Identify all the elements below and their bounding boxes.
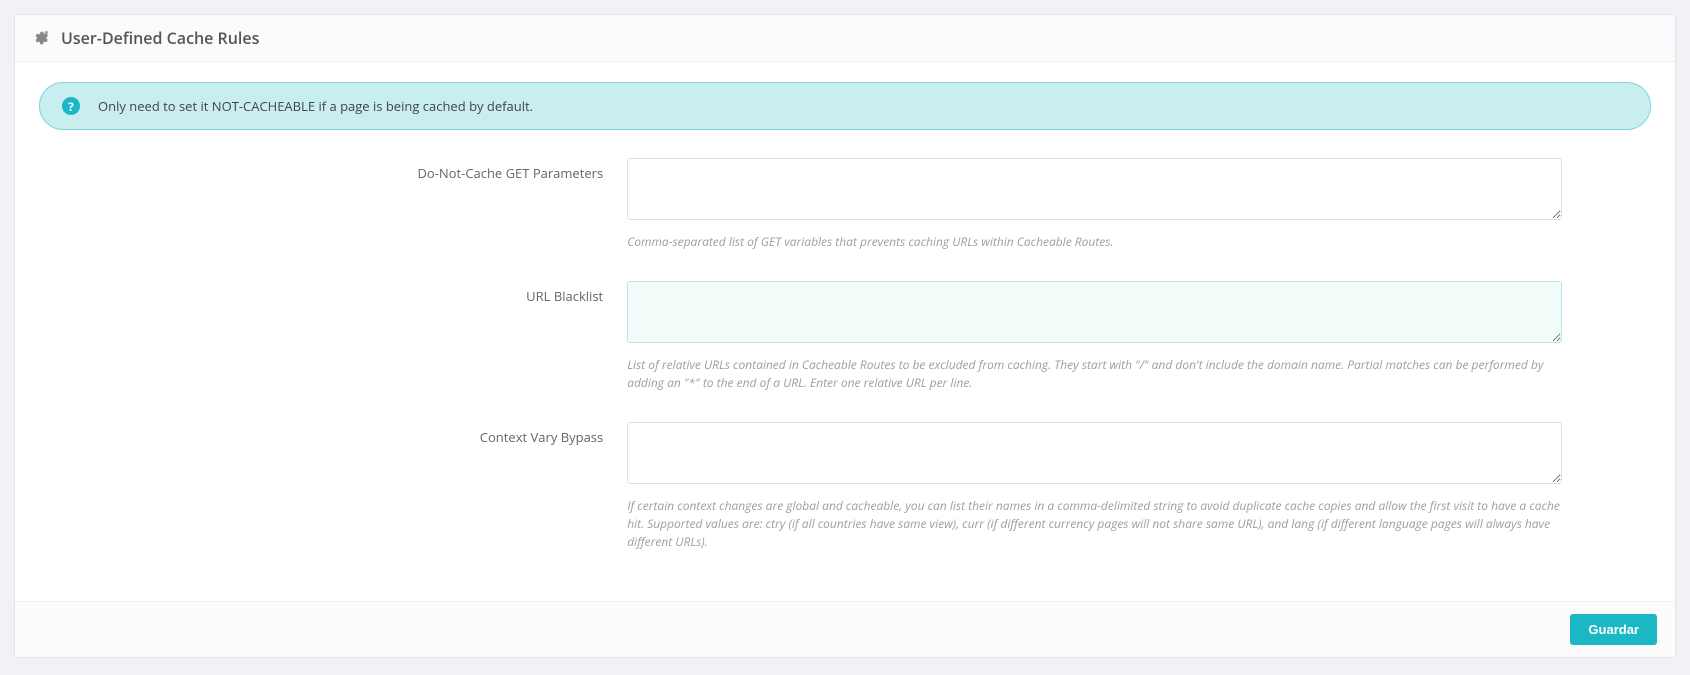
panel-title: User-Defined Cache Rules xyxy=(61,27,259,49)
form-row-dnc-params: Do-Not-Cache GET Parameters Comma-separa… xyxy=(39,158,1651,251)
panel-body: ? Only need to set it NOT-CACHEABLE if a… xyxy=(15,62,1675,601)
cache-rules-panel: User-Defined Cache Rules ? Only need to … xyxy=(14,14,1676,658)
panel-footer: Guardar xyxy=(15,601,1675,657)
input-context-vary[interactable] xyxy=(627,422,1562,484)
help-url-blacklist: List of relative URLs contained in Cache… xyxy=(627,356,1562,392)
form-row-context-vary: Context Vary Bypass If certain context c… xyxy=(39,422,1651,551)
label-context-vary: Context Vary Bypass xyxy=(39,422,603,551)
save-button[interactable]: Guardar xyxy=(1570,614,1657,645)
info-banner: ? Only need to set it NOT-CACHEABLE if a… xyxy=(39,82,1651,130)
panel-header: User-Defined Cache Rules xyxy=(15,15,1675,62)
help-context-vary: If certain context changes are global an… xyxy=(627,497,1562,551)
label-url-blacklist: URL Blacklist xyxy=(39,281,603,392)
form-row-url-blacklist: URL Blacklist List of relative URLs cont… xyxy=(39,281,1651,392)
input-dnc-params[interactable] xyxy=(627,158,1562,220)
help-icon: ? xyxy=(62,97,80,115)
label-dnc-params: Do-Not-Cache GET Parameters xyxy=(39,158,603,251)
banner-text: Only need to set it NOT-CACHEABLE if a p… xyxy=(98,97,533,115)
gears-icon xyxy=(31,29,51,47)
input-url-blacklist[interactable] xyxy=(627,281,1562,343)
help-dnc-params: Comma-separated list of GET variables th… xyxy=(627,233,1562,251)
